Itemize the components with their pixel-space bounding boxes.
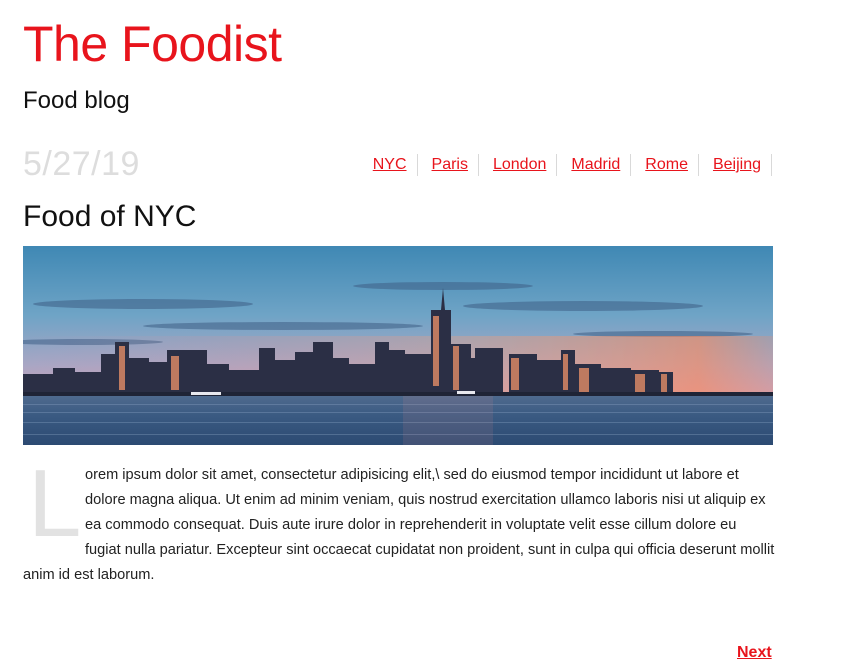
drop-cap-spacer xyxy=(23,463,85,559)
hero-image-nyc-skyline xyxy=(23,246,773,445)
nav-link-paris[interactable]: Paris xyxy=(418,154,479,176)
next-page-link[interactable]: Next xyxy=(737,643,772,663)
nav-link-nyc[interactable]: NYC xyxy=(373,154,418,176)
post-title: Food of NYC xyxy=(23,200,197,233)
nav-link-rome[interactable]: Rome xyxy=(631,154,699,176)
nav-link-beijing[interactable]: Beijing xyxy=(699,154,772,176)
nav-link-london[interactable]: London xyxy=(479,154,558,176)
post-body: orem ipsum dolor sit amet, consectetur a… xyxy=(23,463,775,588)
post-body-text: orem ipsum dolor sit amet, consectetur a… xyxy=(23,467,775,583)
nav-link-madrid[interactable]: Madrid xyxy=(557,154,632,176)
page: The Foodist Food blog 5/27/19 NYC Paris … xyxy=(0,0,844,672)
city-nav: NYC Paris London Madrid Rome Beijing xyxy=(0,154,772,176)
site-subtitle: Food blog xyxy=(23,87,130,114)
site-title: The Foodist xyxy=(23,16,282,72)
